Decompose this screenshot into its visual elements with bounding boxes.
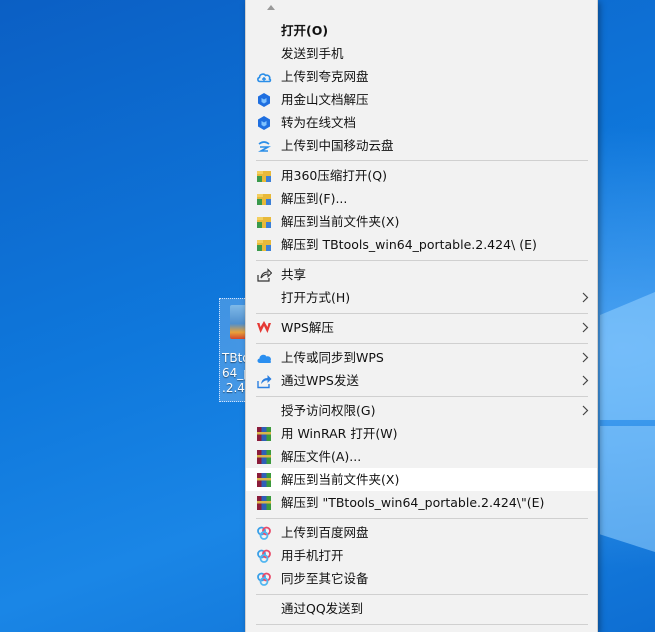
menu-item-baidu-open-phone[interactable]: 用手机打开 <box>246 544 597 567</box>
menu-item-share[interactable]: 共享 <box>246 263 597 286</box>
menu-item-label: 上传或同步到WPS <box>281 350 384 365</box>
menu-item-label: WPS解压 <box>281 320 334 335</box>
menu-item-label: 共享 <box>281 267 307 282</box>
menu-item-label: 发送到手机 <box>281 46 344 61</box>
menu-item-winrar-extract-here[interactable]: 解压到当前文件夹(X) <box>246 468 597 491</box>
menu-item-360-extract-folder[interactable]: 解压到 TBtools_win64_portable.2.424\ (E) <box>246 233 597 256</box>
menu-item-360-extract-here[interactable]: 解压到当前文件夹(X) <box>246 210 597 233</box>
menu-item-label: 解压到 "TBtools_win64_portable.2.424\"(E) <box>281 495 545 510</box>
kingsoft-docs-icon <box>258 116 270 130</box>
menu-separator <box>256 396 588 397</box>
chevron-right-icon <box>582 352 589 363</box>
menu-item-label: 用 WinRAR 打开(W) <box>281 426 398 441</box>
menu-item-grant-access[interactable]: 授予访问权限(G) <box>246 399 597 422</box>
chevron-right-icon <box>582 292 589 303</box>
360-zip-icon <box>257 171 271 182</box>
baidu-netdisk-icon <box>257 572 271 586</box>
menu-item-wps-send[interactable]: 通过WPS发送 <box>246 369 597 392</box>
menu-item-label: 上传到中国移动云盘 <box>281 138 394 153</box>
menu-item-open[interactable]: 打开(O) <box>246 19 597 42</box>
menu-item-winrar-open[interactable]: 用 WinRAR 打开(W) <box>246 422 597 445</box>
360-zip-icon <box>257 194 271 205</box>
menu-item-label: 授予访问权限(G) <box>281 403 376 418</box>
menu-item-label: 用金山文档解压 <box>281 92 369 107</box>
menu-item-label: 转为在线文档 <box>281 115 357 130</box>
menu-item-send-qq[interactable]: 通过QQ发送到 <box>246 597 597 620</box>
360-zip-icon <box>257 240 271 251</box>
menu-separator <box>256 343 588 344</box>
menu-separator <box>256 594 588 595</box>
menu-separator <box>256 313 588 314</box>
menu-item-label: 上传到夸克网盘 <box>281 69 369 84</box>
menu-item-label: 解压到当前文件夹(X) <box>281 214 400 229</box>
menu-item-winrar-extract-files[interactable]: 解压文件(A)... <box>246 445 597 468</box>
menu-item-label: 打开方式(H) <box>281 290 351 305</box>
menu-item-label: 解压文件(A)... <box>281 449 362 464</box>
menu-item-label: 解压到 TBtools_win64_portable.2.424\ (E) <box>281 237 537 252</box>
chevron-right-icon <box>582 375 589 386</box>
china-mobile-cloud-icon <box>257 141 272 152</box>
context-menu: 打开(O) 发送到手机 上传到夸克网盘 用金山文档解压 转为在线文档 上传到中国… <box>245 0 598 632</box>
360-zip-icon <box>257 217 271 228</box>
chevron-right-icon <box>582 322 589 333</box>
menu-item-label: 通过QQ发送到 <box>281 601 364 616</box>
menu-separator <box>256 260 588 261</box>
menu-item-baidu-upload[interactable]: 上传到百度网盘 <box>246 521 597 544</box>
menu-item-winrar-extract-folder[interactable]: 解压到 "TBtools_win64_portable.2.424\"(E) <box>246 491 597 514</box>
windows-logo-pane <box>600 292 655 420</box>
menu-separator <box>256 624 588 625</box>
menu-item-online-doc[interactable]: 转为在线文档 <box>246 111 597 134</box>
menu-item-baidu-sync[interactable]: 同步至其它设备 <box>246 567 597 590</box>
menu-item-label: 解压到当前文件夹(X) <box>281 472 400 487</box>
chevron-right-icon <box>582 405 589 416</box>
menu-item-label: 打开(O) <box>281 23 329 38</box>
menu-item-label: 同步至其它设备 <box>281 571 369 586</box>
windows-logo-pane <box>600 426 655 552</box>
wps-cloud-icon <box>257 354 272 363</box>
baidu-netdisk-icon <box>257 549 271 563</box>
menu-item-label: 解压到(F)... <box>281 191 348 206</box>
winrar-icon <box>257 473 271 487</box>
share-icon <box>257 268 272 282</box>
menu-item-360-open[interactable]: 用360压缩打开(Q) <box>246 164 597 187</box>
menu-item-360-extract-to[interactable]: 解压到(F)... <box>246 187 597 210</box>
menu-item-send-to-phone[interactable]: 发送到手机 <box>246 42 597 65</box>
baidu-netdisk-icon <box>257 526 271 540</box>
menu-item-wps-unzip[interactable]: WPS解压 <box>246 316 597 339</box>
menu-item-label: 上传到百度网盘 <box>281 525 369 540</box>
wps-icon <box>257 321 271 333</box>
menu-item-wps-sync[interactable]: 上传或同步到WPS <box>246 346 597 369</box>
menu-item-label: 用360压缩打开(Q) <box>281 168 387 183</box>
winrar-icon <box>257 450 271 464</box>
menu-separator <box>256 518 588 519</box>
winrar-icon <box>257 496 271 510</box>
wps-send-icon <box>257 375 272 389</box>
menu-item-label: 通过WPS发送 <box>281 373 359 388</box>
cloud-upload-icon <box>257 73 272 83</box>
menu-item-upload-quark[interactable]: 上传到夸克网盘 <box>246 65 597 88</box>
winrar-icon <box>257 427 271 441</box>
menu-item-kingsoft-unzip[interactable]: 用金山文档解压 <box>246 88 597 111</box>
kingsoft-docs-icon <box>258 93 270 107</box>
menu-item-open-with[interactable]: 打开方式(H) <box>246 286 597 309</box>
menu-separator <box>256 160 588 161</box>
scroll-up-icon[interactable] <box>266 3 276 11</box>
menu-item-china-mobile-cloud[interactable]: 上传到中国移动云盘 <box>246 134 597 157</box>
menu-item-label: 用手机打开 <box>281 548 344 563</box>
